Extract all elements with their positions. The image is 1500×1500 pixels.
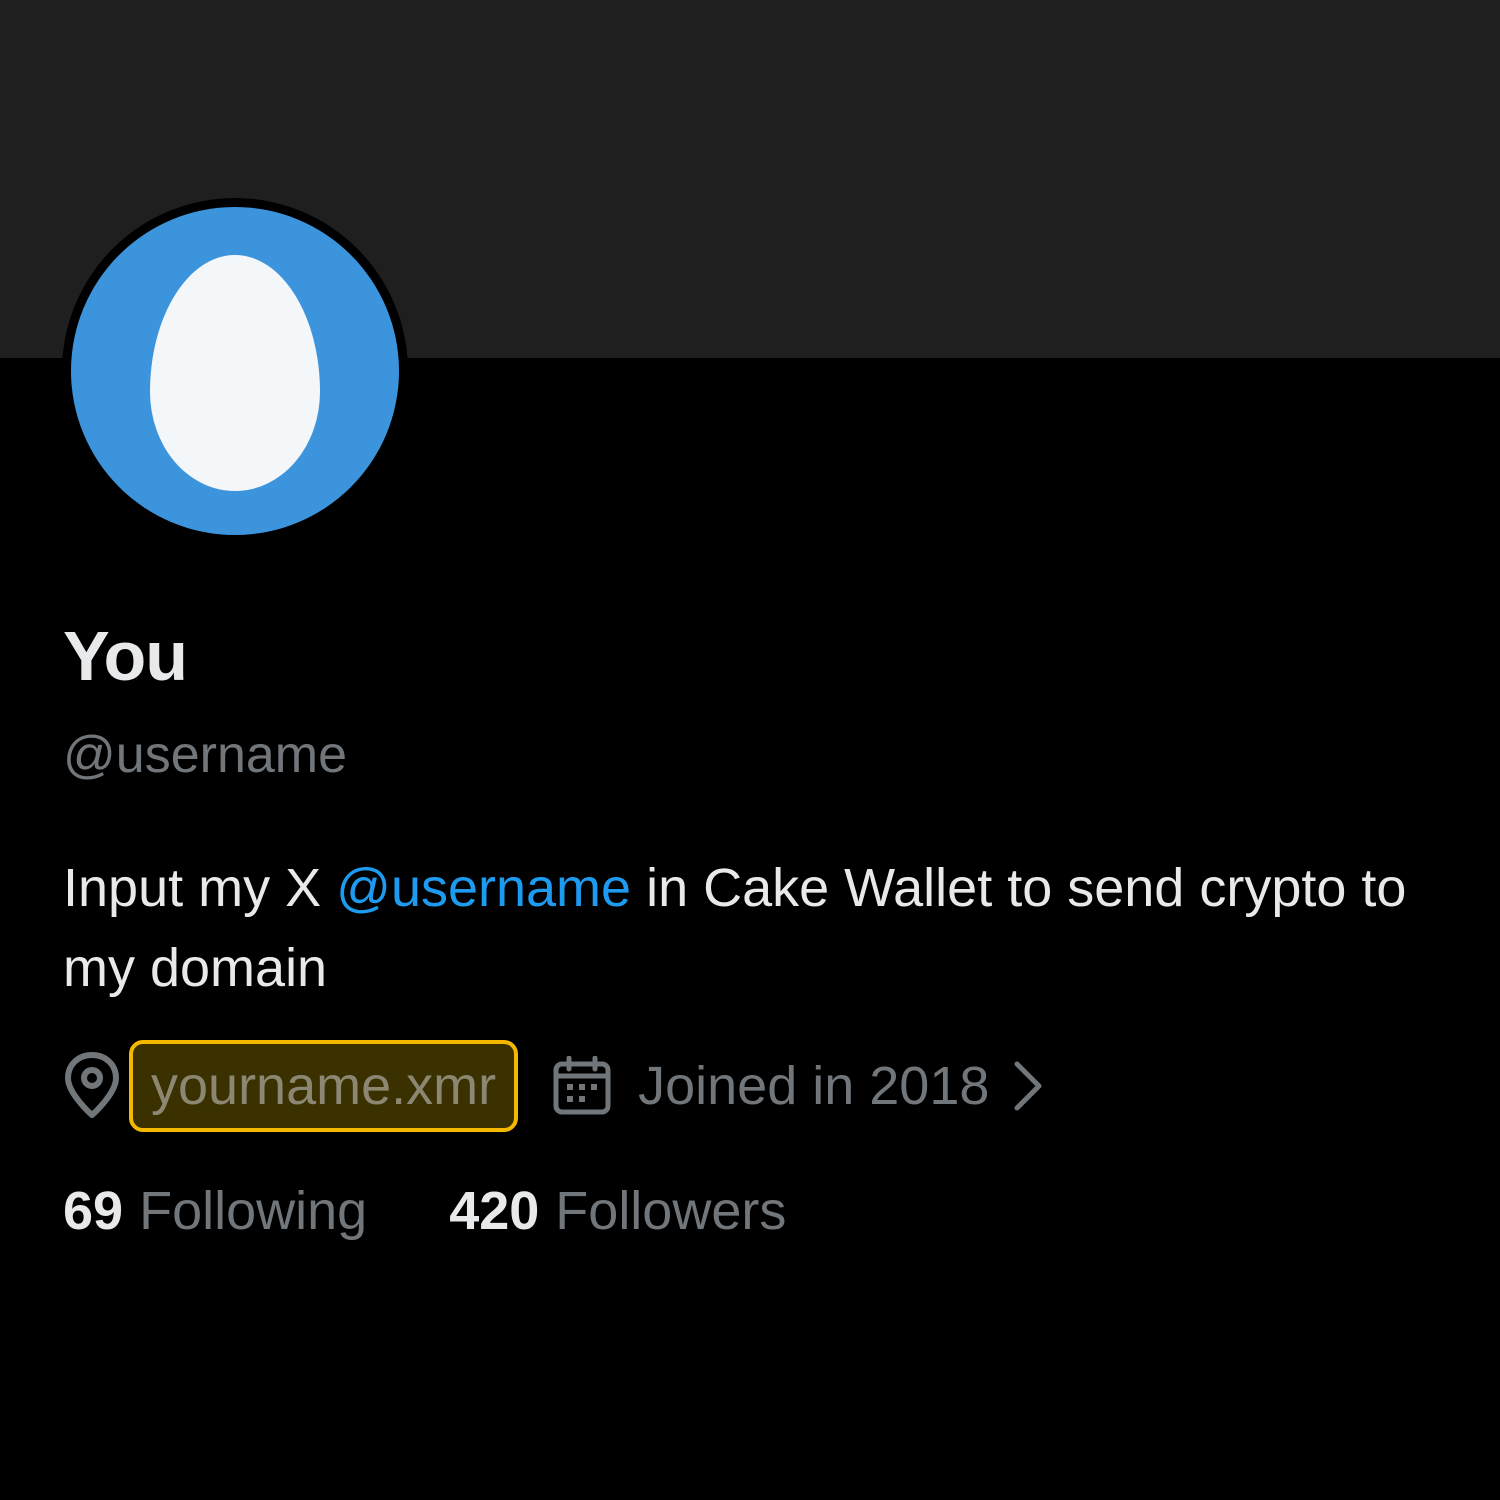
joined-date[interactable]: Joined in 2018: [552, 1055, 1045, 1117]
following-label: Following: [139, 1181, 368, 1241]
profile-bio: Input my X @username in Cake Wallet to s…: [63, 848, 1443, 1008]
joined-text: Joined in 2018: [638, 1056, 990, 1116]
profile-meta-row: yourname.xmr Joined in 2018: [63, 1038, 1045, 1134]
chevron-right-icon: [1011, 1060, 1045, 1112]
following-link[interactable]: 69 Following: [63, 1180, 367, 1242]
egg-avatar-icon: [150, 255, 320, 491]
location-text: yourname.xmr: [151, 1056, 497, 1116]
followers-link[interactable]: 420 Followers: [449, 1180, 786, 1242]
avatar-circle: [71, 207, 399, 535]
followers-count: 420: [449, 1181, 540, 1241]
follow-stats: 69 Following 420 Followers: [63, 1180, 786, 1242]
followers-label: Followers: [555, 1181, 787, 1241]
following-count: 69: [63, 1181, 124, 1241]
bio-text-prefix: Input my X: [63, 858, 337, 918]
profile-page: You @username Input my X @username in Ca…: [0, 0, 1500, 1500]
map-pin-icon: [63, 1051, 121, 1121]
calendar-icon: [552, 1056, 612, 1116]
bio-mention-link[interactable]: @username: [336, 858, 631, 918]
display-name: You: [63, 617, 188, 695]
location-highlight: yourname.xmr: [129, 1040, 519, 1132]
user-handle: @username: [63, 726, 348, 784]
avatar[interactable]: [62, 198, 408, 544]
